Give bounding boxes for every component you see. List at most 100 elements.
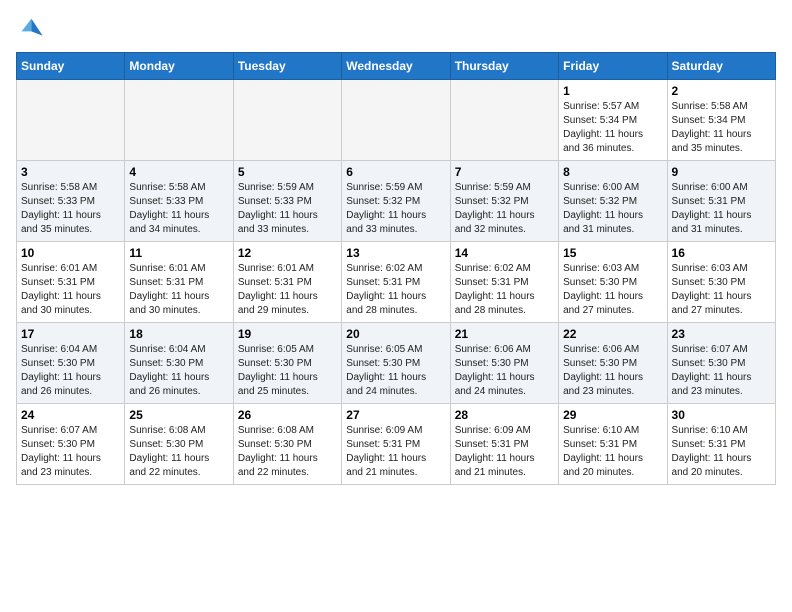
day-number: 8 (563, 165, 662, 179)
calendar-cell: 11 Sunrise: 6:01 AM Sunset: 5:31 PM Dayli… (125, 242, 233, 323)
day-info: Sunrise: 6:00 AM Sunset: 5:32 PM Dayligh… (563, 181, 662, 237)
calendar-cell: 9 Sunrise: 6:00 AM Sunset: 5:31 PM Daylig… (667, 161, 775, 242)
day-info: Sunrise: 6:06 AM Sunset: 5:30 PM Dayligh… (563, 343, 662, 399)
day-info: Sunrise: 6:08 AM Sunset: 5:30 PM Dayligh… (238, 424, 337, 480)
calendar-cell: 14 Sunrise: 6:02 AM Sunset: 5:31 PM Dayli… (450, 242, 558, 323)
calendar-cell: 23 Sunrise: 6:07 AM Sunset: 5:30 PM Dayli… (667, 323, 775, 404)
day-info: Sunrise: 6:03 AM Sunset: 5:30 PM Dayligh… (672, 262, 771, 318)
weekday-header-saturday: Saturday (667, 53, 775, 80)
day-number: 18 (129, 327, 228, 341)
day-info: Sunrise: 6:05 AM Sunset: 5:30 PM Dayligh… (346, 343, 445, 399)
day-info: Sunrise: 6:02 AM Sunset: 5:31 PM Dayligh… (346, 262, 445, 318)
calendar-cell: 4Sunrise: 5:58 AM Sunset: 5:33 PM Daylig… (125, 161, 233, 242)
calendar-cell: 21 Sunrise: 6:06 AM Sunset: 5:30 PM Dayli… (450, 323, 558, 404)
calendar-week-row: 10 Sunrise: 6:01 AM Sunset: 5:31 PM Dayli… (17, 242, 776, 323)
calendar-cell (342, 80, 450, 161)
calendar-cell (17, 80, 125, 161)
calendar-cell: 8 Sunrise: 6:00 AM Sunset: 5:32 PM Daylig… (559, 161, 667, 242)
day-info: Sunrise: 6:03 AM Sunset: 5:30 PM Dayligh… (563, 262, 662, 318)
calendar-cell (125, 80, 233, 161)
day-number: 27 (346, 408, 445, 422)
calendar-cell: 16 Sunrise: 6:03 AM Sunset: 5:30 PM Dayli… (667, 242, 775, 323)
weekday-header-row: SundayMondayTuesdayWednesdayThursdayFrid… (17, 53, 776, 80)
calendar-cell (450, 80, 558, 161)
day-number: 2 (672, 84, 771, 98)
calendar-cell: 7Sunrise: 5:59 AM Sunset: 5:32 PM Daylig… (450, 161, 558, 242)
calendar-cell: 26 Sunrise: 6:08 AM Sunset: 5:30 PM Dayli… (233, 404, 341, 485)
calendar-week-row: 1 Sunrise: 5:57 AM Sunset: 5:34 PM Daylig… (17, 80, 776, 161)
calendar-cell: 18Sunrise: 6:04 AM Sunset: 5:30 PM Dayli… (125, 323, 233, 404)
day-info: Sunrise: 6:09 AM Sunset: 5:31 PM Dayligh… (455, 424, 554, 480)
day-number: 6 (346, 165, 445, 179)
calendar-cell: 24 Sunrise: 6:07 AM Sunset: 5:30 PM Dayli… (17, 404, 125, 485)
day-info: Sunrise: 5:57 AM Sunset: 5:34 PM Dayligh… (563, 100, 662, 156)
weekday-header-friday: Friday (559, 53, 667, 80)
day-info: Sunrise: 6:06 AM Sunset: 5:30 PM Dayligh… (455, 343, 554, 399)
day-number: 13 (346, 246, 445, 260)
weekday-header-tuesday: Tuesday (233, 53, 341, 80)
calendar-week-row: 17 Sunrise: 6:04 AM Sunset: 5:30 PM Dayli… (17, 323, 776, 404)
day-number: 5 (238, 165, 337, 179)
calendar-week-row: 3Sunrise: 5:58 AM Sunset: 5:33 PM Daylig… (17, 161, 776, 242)
day-info: Sunrise: 6:10 AM Sunset: 5:31 PM Dayligh… (563, 424, 662, 480)
day-number: 10 (21, 246, 120, 260)
calendar-cell: 30Sunrise: 6:10 AM Sunset: 5:31 PM Dayli… (667, 404, 775, 485)
day-info: Sunrise: 5:58 AM Sunset: 5:33 PM Dayligh… (21, 181, 120, 237)
calendar-cell: 6 Sunrise: 5:59 AM Sunset: 5:32 PM Daylig… (342, 161, 450, 242)
day-number: 14 (455, 246, 554, 260)
calendar-cell: 15 Sunrise: 6:03 AM Sunset: 5:30 PM Dayli… (559, 242, 667, 323)
day-number: 15 (563, 246, 662, 260)
logo-icon (16, 16, 44, 44)
day-info: Sunrise: 5:59 AM Sunset: 5:33 PM Dayligh… (238, 181, 337, 237)
day-info: Sunrise: 5:58 AM Sunset: 5:34 PM Dayligh… (672, 100, 771, 156)
day-number: 17 (21, 327, 120, 341)
calendar-cell: 3Sunrise: 5:58 AM Sunset: 5:33 PM Daylig… (17, 161, 125, 242)
day-number: 12 (238, 246, 337, 260)
day-number: 21 (455, 327, 554, 341)
day-info: Sunrise: 6:02 AM Sunset: 5:31 PM Dayligh… (455, 262, 554, 318)
day-info: Sunrise: 6:01 AM Sunset: 5:31 PM Dayligh… (21, 262, 120, 318)
calendar-cell: 20 Sunrise: 6:05 AM Sunset: 5:30 PM Dayli… (342, 323, 450, 404)
calendar-cell: 1 Sunrise: 5:57 AM Sunset: 5:34 PM Daylig… (559, 80, 667, 161)
weekday-header-wednesday: Wednesday (342, 53, 450, 80)
day-number: 25 (129, 408, 228, 422)
calendar-week-row: 24 Sunrise: 6:07 AM Sunset: 5:30 PM Dayli… (17, 404, 776, 485)
day-number: 1 (563, 84, 662, 98)
day-info: Sunrise: 6:01 AM Sunset: 5:31 PM Dayligh… (129, 262, 228, 318)
day-info: Sunrise: 5:59 AM Sunset: 5:32 PM Dayligh… (346, 181, 445, 237)
calendar-cell (233, 80, 341, 161)
day-number: 20 (346, 327, 445, 341)
day-info: Sunrise: 6:04 AM Sunset: 5:30 PM Dayligh… (21, 343, 120, 399)
calendar-cell: 17 Sunrise: 6:04 AM Sunset: 5:30 PM Dayli… (17, 323, 125, 404)
weekday-header-thursday: Thursday (450, 53, 558, 80)
logo (16, 16, 48, 44)
day-info: Sunrise: 6:08 AM Sunset: 5:30 PM Dayligh… (129, 424, 228, 480)
day-number: 26 (238, 408, 337, 422)
day-number: 23 (672, 327, 771, 341)
day-info: Sunrise: 5:58 AM Sunset: 5:33 PM Dayligh… (129, 181, 228, 237)
day-number: 19 (238, 327, 337, 341)
calendar-header: SundayMondayTuesdayWednesdayThursdayFrid… (17, 53, 776, 80)
day-number: 30 (672, 408, 771, 422)
day-number: 11 (129, 246, 228, 260)
calendar-cell: 28Sunrise: 6:09 AM Sunset: 5:31 PM Dayli… (450, 404, 558, 485)
header (16, 16, 776, 44)
day-number: 9 (672, 165, 771, 179)
day-info: Sunrise: 6:00 AM Sunset: 5:31 PM Dayligh… (672, 181, 771, 237)
day-info: Sunrise: 6:05 AM Sunset: 5:30 PM Dayligh… (238, 343, 337, 399)
calendar-cell: 5 Sunrise: 5:59 AM Sunset: 5:33 PM Daylig… (233, 161, 341, 242)
day-info: Sunrise: 6:07 AM Sunset: 5:30 PM Dayligh… (672, 343, 771, 399)
weekday-header-sunday: Sunday (17, 53, 125, 80)
day-number: 29 (563, 408, 662, 422)
day-info: Sunrise: 6:07 AM Sunset: 5:30 PM Dayligh… (21, 424, 120, 480)
calendar-cell: 19 Sunrise: 6:05 AM Sunset: 5:30 PM Dayli… (233, 323, 341, 404)
page: SundayMondayTuesdayWednesdayThursdayFrid… (0, 0, 792, 501)
calendar-cell: 27 Sunrise: 6:09 AM Sunset: 5:31 PM Dayli… (342, 404, 450, 485)
day-number: 22 (563, 327, 662, 341)
day-number: 16 (672, 246, 771, 260)
day-number: 24 (21, 408, 120, 422)
calendar-cell: 12Sunrise: 6:01 AM Sunset: 5:31 PM Dayli… (233, 242, 341, 323)
calendar-cell: 2 Sunrise: 5:58 AM Sunset: 5:34 PM Daylig… (667, 80, 775, 161)
calendar-table: SundayMondayTuesdayWednesdayThursdayFrid… (16, 52, 776, 485)
day-info: Sunrise: 6:09 AM Sunset: 5:31 PM Dayligh… (346, 424, 445, 480)
